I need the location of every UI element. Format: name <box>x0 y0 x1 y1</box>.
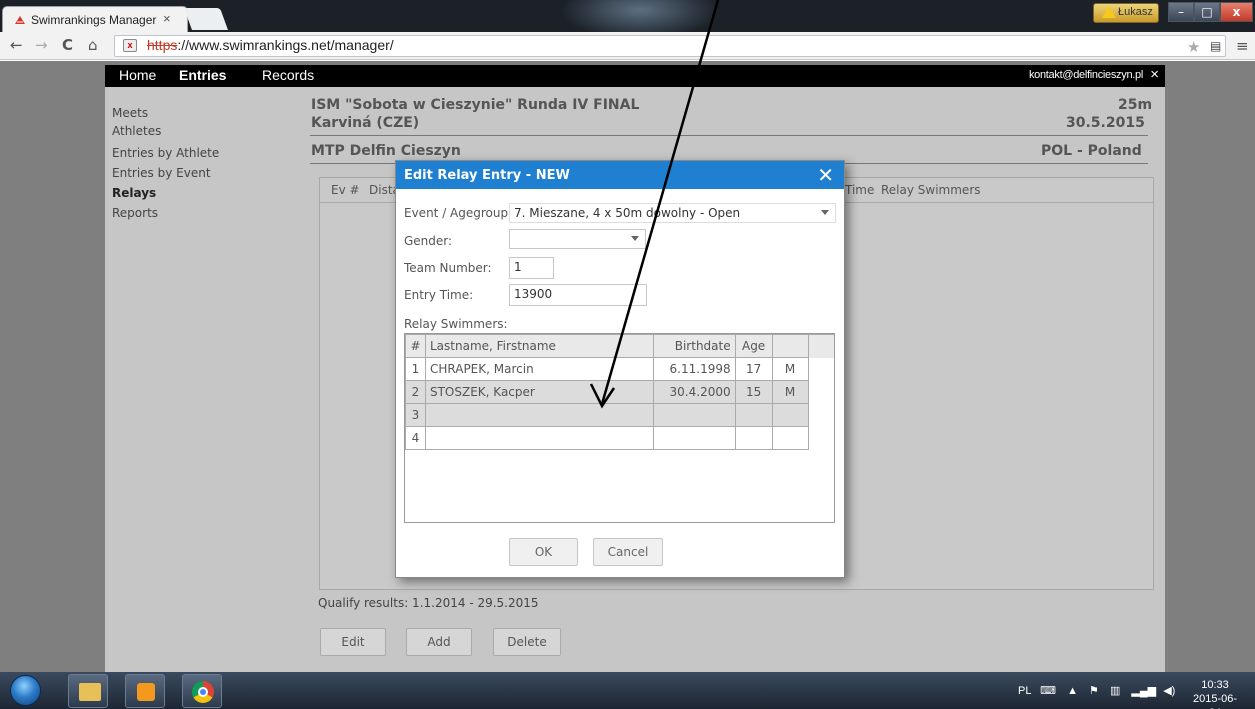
keyboard-icon[interactable]: ⌨ <box>1040 685 1056 697</box>
signal-icon[interactable]: ▂▄▆ <box>1131 685 1156 697</box>
chrome-browser-icon[interactable] <box>182 674 222 708</box>
volume-icon[interactable]: ◀) <box>1163 685 1175 697</box>
start-button[interactable] <box>10 675 41 706</box>
system-clock[interactable]: 10:33 2015-06-04 <box>1190 678 1240 709</box>
annotation-arrow <box>589 0 720 409</box>
flag-icon[interactable]: ⚑ <box>1089 685 1099 697</box>
system-tray: PL ⌨ ▲ ⚑ ▥ ▂▄▆ ◀) <box>1018 684 1175 697</box>
clock-time: 10:33 <box>1201 679 1229 691</box>
language-indicator[interactable]: PL <box>1018 685 1031 697</box>
tray-expand-icon[interactable]: ▲ <box>1067 685 1078 697</box>
clock-date: 2015-06-04 <box>1192 693 1238 709</box>
network-icon[interactable]: ▥ <box>1110 685 1120 697</box>
media-player-icon[interactable] <box>125 674 165 708</box>
file-explorer-icon[interactable] <box>68 674 108 708</box>
